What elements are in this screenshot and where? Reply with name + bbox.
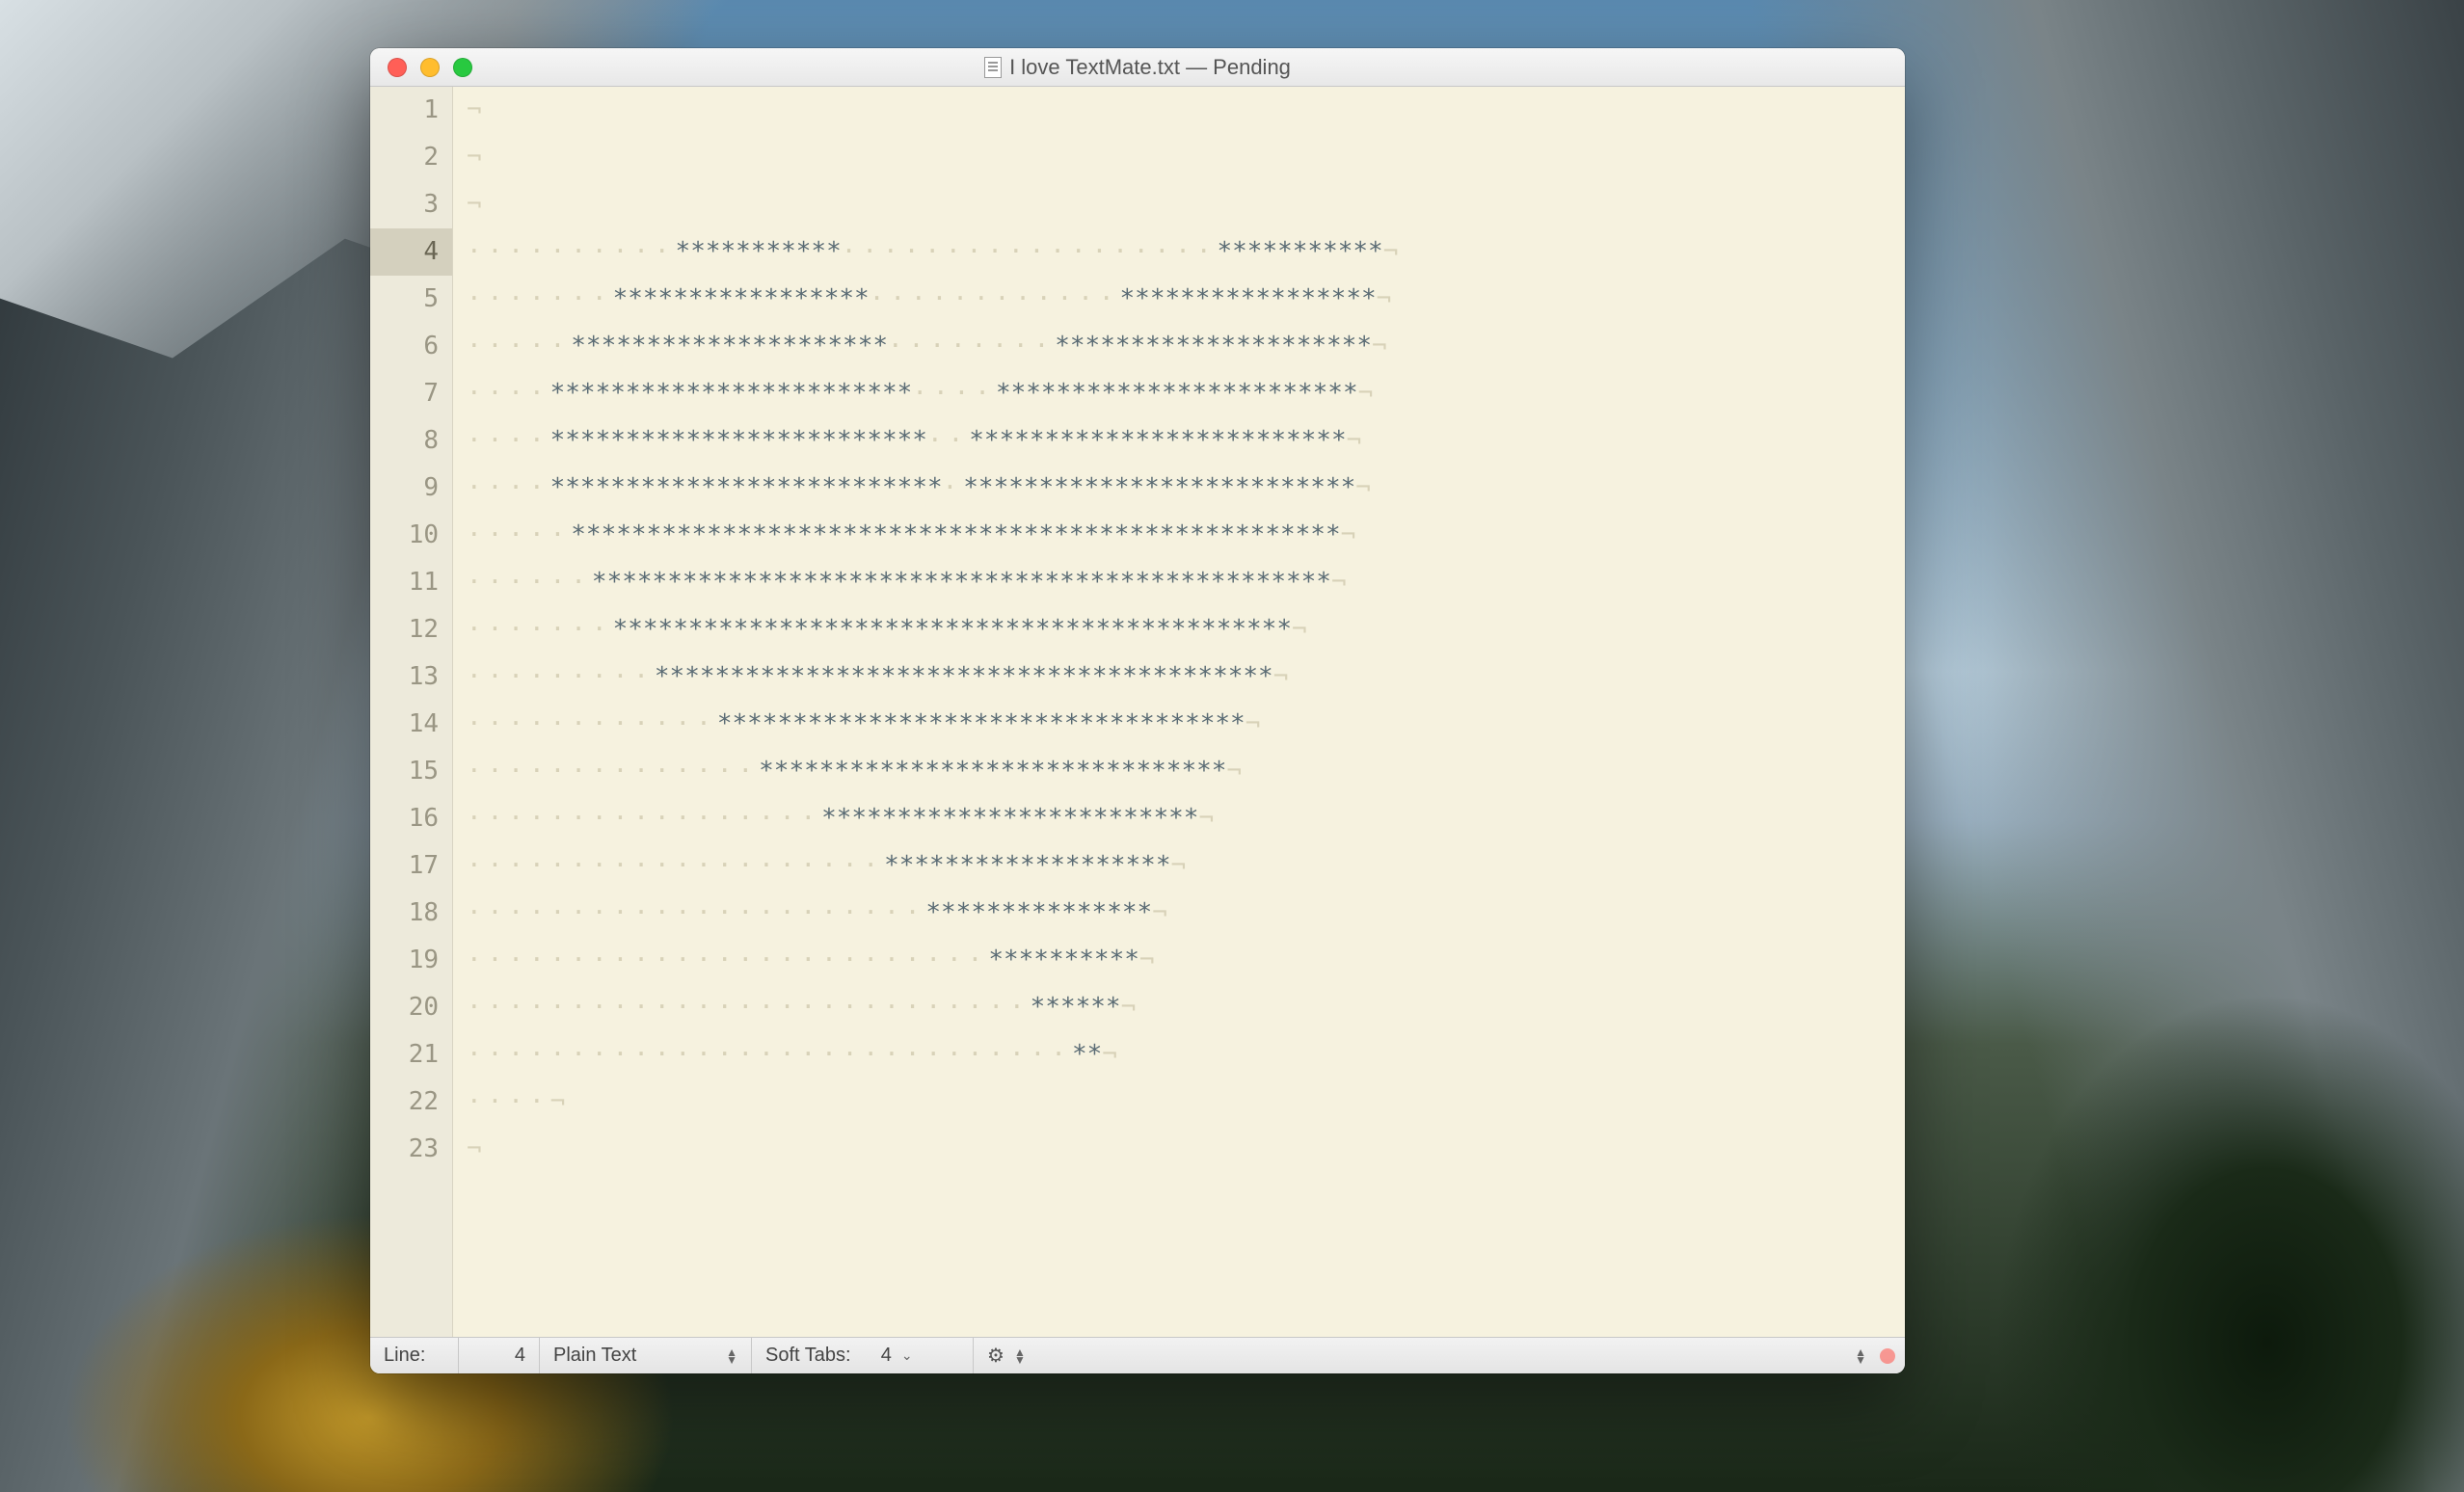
line-number[interactable]: 9: [370, 465, 452, 512]
code-line[interactable]: ····*************************··*********…: [453, 417, 1905, 465]
macro-record-indicator[interactable]: [1880, 1348, 1895, 1364]
status-line-value: 4: [515, 1345, 525, 1367]
chevron-down-icon: ⌄: [901, 1347, 913, 1364]
line-number[interactable]: 20: [370, 984, 452, 1031]
code-line[interactable]: ¬: [453, 1126, 1905, 1173]
code-line[interactable]: ··············**************************…: [453, 748, 1905, 795]
line-number[interactable]: 2: [370, 134, 452, 181]
line-number[interactable]: 22: [370, 1079, 452, 1126]
line-number[interactable]: 4: [370, 228, 452, 276]
status-soft-tabs-picker[interactable]: Soft Tabs: 4 ⌄: [752, 1338, 974, 1373]
code-line[interactable]: ·····***********************************…: [453, 512, 1905, 559]
code-line[interactable]: ·······*********************************…: [453, 606, 1905, 653]
code-line[interactable]: ·························**********¬: [453, 937, 1905, 984]
close-button[interactable]: [388, 58, 407, 77]
code-line[interactable]: ·······*****************············****…: [453, 276, 1905, 323]
code-line[interactable]: ¬: [453, 181, 1905, 228]
code-line[interactable]: ············****************************…: [453, 701, 1905, 748]
code-line[interactable]: ····················*******************¬: [453, 842, 1905, 890]
editor-area: 1234567891011121314151617181920212223 ¬¬…: [370, 87, 1905, 1337]
status-language-text: Plain Text: [553, 1345, 636, 1367]
line-number[interactable]: 23: [370, 1126, 452, 1173]
code-line[interactable]: ·····*********************········******…: [453, 323, 1905, 370]
line-number[interactable]: 5: [370, 276, 452, 323]
code-line[interactable]: ···························******¬: [453, 984, 1905, 1031]
code-area[interactable]: ¬¬¬··········***********················…: [453, 87, 1905, 1337]
code-line[interactable]: ····************************····********…: [453, 370, 1905, 417]
updown-icon[interactable]: ▲▼: [1855, 1348, 1866, 1364]
line-number[interactable]: 21: [370, 1031, 452, 1079]
editor-window: I love TextMate.txt — Pending 1234567891…: [370, 48, 1905, 1373]
code-line[interactable]: ····¬: [453, 1079, 1905, 1126]
status-line-number[interactable]: 4: [459, 1338, 540, 1373]
code-line[interactable]: ·················***********************…: [453, 795, 1905, 842]
status-softtabs-value: 4: [881, 1345, 892, 1367]
code-line[interactable]: ¬: [453, 134, 1905, 181]
line-number[interactable]: 7: [370, 370, 452, 417]
line-number[interactable]: 18: [370, 890, 452, 937]
line-number[interactable]: 11: [370, 559, 452, 606]
status-line-label-text: Line:: [384, 1345, 425, 1367]
code-line[interactable]: ····**************************·*********…: [453, 465, 1905, 512]
line-number[interactable]: 16: [370, 795, 452, 842]
line-number[interactable]: 6: [370, 323, 452, 370]
line-number[interactable]: 12: [370, 606, 452, 653]
line-number[interactable]: 14: [370, 701, 452, 748]
minimize-button[interactable]: [420, 58, 440, 77]
status-softtabs-label: Soft Tabs:: [765, 1345, 851, 1367]
code-line[interactable]: ·····························**¬: [453, 1031, 1905, 1079]
updown-icon: ▲▼: [1014, 1348, 1026, 1364]
window-title-text: I love TextMate.txt — Pending: [1009, 55, 1291, 80]
code-line[interactable]: ·········*******************************…: [453, 653, 1905, 701]
updown-icon: ▲▼: [726, 1348, 737, 1364]
titlebar[interactable]: I love TextMate.txt — Pending: [370, 48, 1905, 87]
gear-icon: ⚙: [987, 1344, 1004, 1368]
window-title: I love TextMate.txt — Pending: [370, 55, 1905, 80]
code-line[interactable]: ··········***********··················*…: [453, 228, 1905, 276]
status-language-picker[interactable]: Plain Text ▲▼: [540, 1338, 752, 1373]
line-number[interactable]: 17: [370, 842, 452, 890]
line-number-gutter[interactable]: 1234567891011121314151617181920212223: [370, 87, 453, 1337]
code-line[interactable]: ······**********************************…: [453, 559, 1905, 606]
line-number[interactable]: 1: [370, 87, 452, 134]
document-icon: [984, 57, 1002, 78]
line-number[interactable]: 3: [370, 181, 452, 228]
status-right: ▲▼: [1845, 1338, 1905, 1373]
window-controls: [370, 58, 472, 77]
code-line[interactable]: ······················***************¬: [453, 890, 1905, 937]
line-number[interactable]: 13: [370, 653, 452, 701]
zoom-button[interactable]: [453, 58, 472, 77]
status-bar: Line: 4 Plain Text ▲▼ Soft Tabs: 4 ⌄ ⚙ ▲…: [370, 1337, 1905, 1373]
status-line-label: Line:: [370, 1338, 459, 1373]
line-number[interactable]: 15: [370, 748, 452, 795]
code-line[interactable]: ¬: [453, 87, 1905, 134]
status-bundle-menu[interactable]: ⚙ ▲▼: [974, 1338, 1039, 1373]
line-number[interactable]: 19: [370, 937, 452, 984]
line-number[interactable]: 8: [370, 417, 452, 465]
line-number[interactable]: 10: [370, 512, 452, 559]
